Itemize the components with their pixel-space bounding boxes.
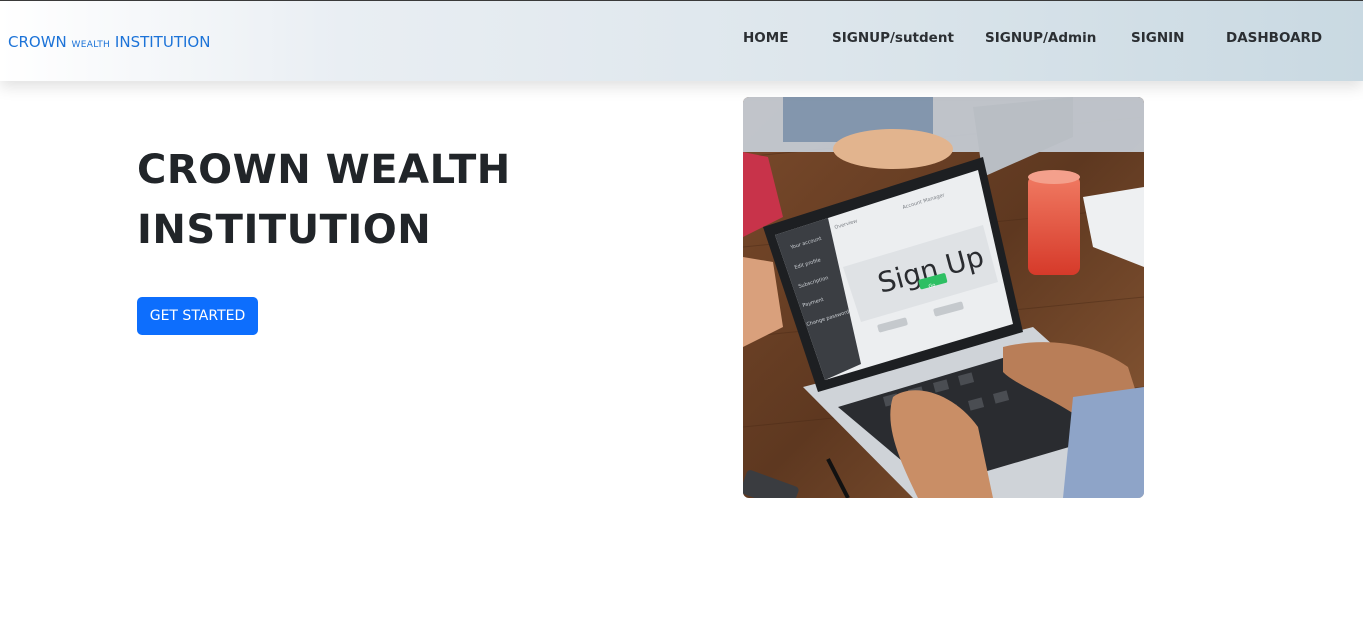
nav-link-signup-admin[interactable]: SIGNUP/Admin (985, 30, 1096, 46)
nav-link-signin[interactable]: SIGNIN (1131, 30, 1184, 46)
hero-image: Your account Edit profile Subscription P… (743, 97, 1144, 498)
get-started-button[interactable]: GET STARTED (137, 297, 258, 335)
brand-logo[interactable]: CROWN WEALTH INSTITUTION (8, 33, 210, 51)
signup-laptop-illustration: Your account Edit profile Subscription P… (743, 97, 1144, 498)
navbar: CROWN WEALTH INSTITUTION HOME SIGNUP/sut… (0, 0, 1363, 81)
brand-end: INSTITUTION (114, 33, 211, 51)
hero-title-line1: CROWN WEALTH (137, 147, 511, 193)
brand-main: CROWN (8, 33, 67, 51)
brand-small: WEALTH (71, 40, 111, 50)
nav-link-signup-student[interactable]: SIGNUP/sutdent (832, 30, 954, 46)
nav-link-dashboard[interactable]: DASHBOARD (1226, 30, 1322, 46)
nav-link-home[interactable]: HOME (743, 30, 788, 46)
hero-title: CROWN WEALTH INSTITUTION (137, 140, 557, 260)
hero-title-line2: INSTITUTION (137, 207, 432, 253)
